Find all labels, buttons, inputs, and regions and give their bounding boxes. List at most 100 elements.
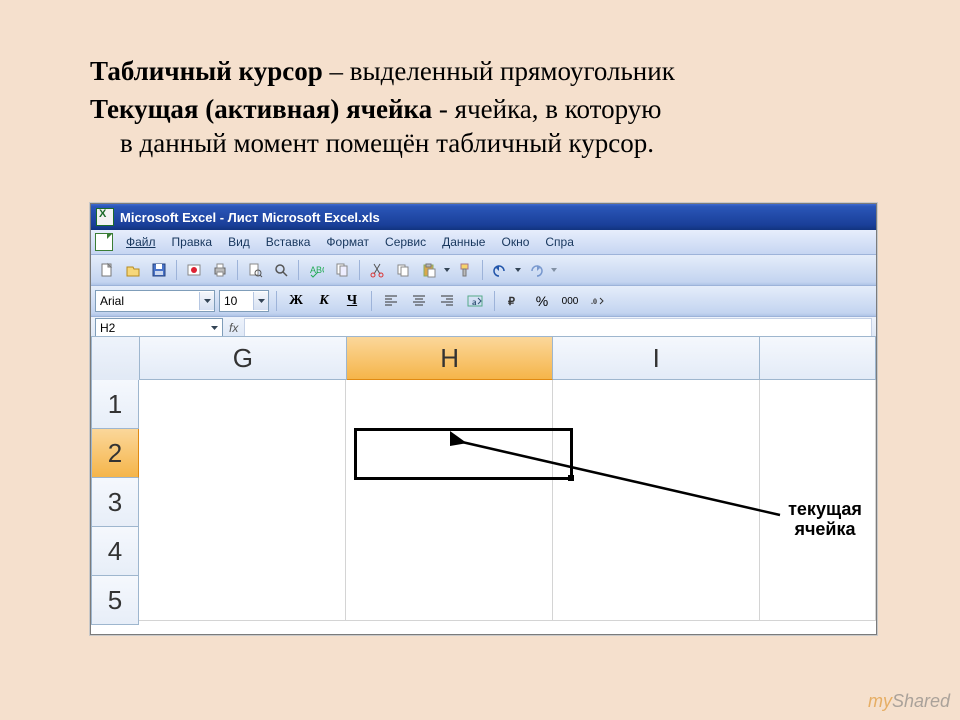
print-preview-icon[interactable] [243, 258, 267, 282]
col-header-i[interactable]: I [553, 336, 760, 380]
document-icon [95, 233, 113, 251]
menu-help[interactable]: Спра [538, 233, 581, 251]
annotation-label-l2: ячейка [770, 520, 880, 540]
menu-insert[interactable]: Вставка [259, 233, 318, 251]
undo-icon[interactable] [488, 258, 512, 282]
cell[interactable] [553, 428, 760, 477]
cell[interactable] [139, 572, 346, 621]
col-header-next[interactable] [760, 336, 876, 380]
spelling-icon[interactable]: ABC [304, 258, 328, 282]
align-center-icon[interactable] [407, 289, 431, 313]
cell[interactable] [139, 524, 346, 573]
currency-icon[interactable]: ₽ [502, 289, 526, 313]
percent-button[interactable]: % [530, 289, 554, 313]
cell[interactable] [760, 380, 876, 429]
cell[interactable] [760, 572, 876, 621]
merge-center-icon[interactable]: a [463, 289, 487, 313]
bold-button[interactable]: Ж [284, 289, 308, 313]
row-header-4[interactable]: 4 [91, 527, 139, 576]
redo-dropdown[interactable] [550, 259, 558, 281]
cell[interactable] [553, 380, 760, 429]
align-right-icon[interactable] [435, 289, 459, 313]
cell[interactable] [553, 572, 760, 621]
cell[interactable] [346, 380, 553, 429]
italic-button[interactable]: К [312, 289, 336, 313]
menu-data[interactable]: Данные [435, 233, 492, 251]
menu-format[interactable]: Формат [319, 233, 376, 251]
separator [276, 291, 277, 311]
cell[interactable] [139, 476, 346, 525]
menu-view[interactable]: Вид [221, 233, 257, 251]
term-active-cell: Текущая (активная) ячейка [90, 94, 432, 124]
def-active-cell-2: в данный момент помещён табличный курсор… [120, 127, 880, 161]
cells-area[interactable] [139, 380, 876, 634]
menu-edit[interactable]: Правка [165, 233, 220, 251]
menu-file[interactable]: Файл [119, 233, 163, 251]
formula-bar[interactable] [244, 318, 872, 338]
font-name-value: Arial [100, 294, 124, 308]
font-size-value: 10 [224, 294, 237, 308]
fx-label[interactable]: fx [229, 321, 238, 335]
menu-tools[interactable]: Сервис [378, 233, 433, 251]
col-header-h[interactable]: H [347, 336, 554, 380]
separator [237, 260, 238, 280]
watermark-my: my [868, 691, 892, 711]
name-box[interactable]: H2 [95, 318, 223, 338]
permission-icon[interactable] [182, 258, 206, 282]
cell[interactable] [760, 428, 876, 477]
copy-icon[interactable] [391, 258, 415, 282]
open-icon[interactable] [121, 258, 145, 282]
paste-icon[interactable] [417, 258, 441, 282]
redo-icon[interactable] [524, 258, 548, 282]
chevron-down-icon [199, 292, 214, 310]
svg-text:₽: ₽ [508, 296, 515, 308]
col-header-g[interactable]: G [139, 336, 347, 380]
research-icon[interactable] [330, 258, 354, 282]
row-header-5[interactable]: 5 [91, 576, 139, 625]
align-left-icon[interactable] [379, 289, 403, 313]
font-size-combo[interactable]: 10 [219, 290, 269, 312]
select-all-corner[interactable] [91, 336, 141, 382]
undo-dropdown[interactable] [514, 259, 522, 281]
search-icon[interactable] [269, 258, 293, 282]
cell[interactable] [553, 476, 760, 525]
menubar: Файл Правка Вид Вставка Формат Сервис Да… [91, 230, 876, 255]
menu-window[interactable]: Окно [494, 233, 536, 251]
svg-text:a: a [472, 297, 477, 307]
print-icon[interactable] [208, 258, 232, 282]
row-header-3[interactable]: 3 [91, 478, 139, 527]
separator [482, 260, 483, 280]
cell[interactable] [346, 524, 553, 573]
watermark: myShared [868, 691, 950, 712]
annotation-label-l1: текущая [770, 500, 880, 520]
worksheet-grid[interactable]: G H I 1 2 3 4 5 [91, 336, 876, 634]
font-name-combo[interactable]: Arial [95, 290, 215, 312]
def-active-cell-1: - ячейка, в которую [432, 94, 661, 124]
watermark-shared: Shared [892, 691, 950, 711]
underline-button[interactable]: Ч [340, 289, 364, 313]
save-icon[interactable] [147, 258, 171, 282]
separator [359, 260, 360, 280]
cell[interactable] [346, 428, 553, 477]
term-cursor: Табличный курсор [90, 56, 323, 86]
standard-toolbar: ABC [91, 255, 876, 286]
cell[interactable] [139, 428, 346, 477]
cell[interactable] [346, 572, 553, 621]
cut-icon[interactable] [365, 258, 389, 282]
cell[interactable] [553, 524, 760, 573]
comma-style-button[interactable]: 000 [558, 289, 582, 313]
titlebar: Microsoft Excel - Лист Microsoft Excel.x… [91, 204, 876, 230]
row-header-1[interactable]: 1 [91, 380, 139, 429]
row-header-2[interactable]: 2 [91, 429, 139, 478]
cell[interactable] [346, 476, 553, 525]
row-headers: 1 2 3 4 5 [91, 380, 139, 625]
paste-dropdown[interactable] [443, 259, 451, 281]
increase-decimal-icon[interactable]: .0 [586, 289, 610, 313]
format-painter-icon[interactable] [453, 258, 477, 282]
new-icon[interactable] [95, 258, 119, 282]
separator [494, 291, 495, 311]
annotation-label: текущая ячейка [770, 500, 880, 540]
def-cursor: – выделенный прямоугольник [323, 56, 675, 86]
svg-text:.0: .0 [591, 297, 597, 306]
cell[interactable] [139, 380, 346, 429]
